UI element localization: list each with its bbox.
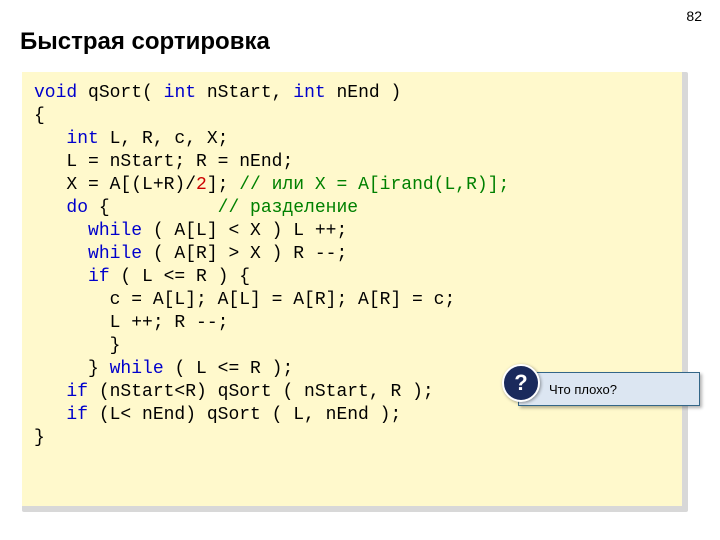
code-text: ( L <= R ) { [110,267,250,287]
kw-int: int [293,83,325,103]
kw-int: int [66,129,98,149]
code-text: } [34,428,45,448]
code-text: nEnd ) [326,83,402,103]
code-text: (L< nEnd) qSort ( L, nEnd ); [88,405,401,425]
kw-if: if [88,267,110,287]
code-block-shadow: void qSort( int nStart, int nEnd ) { int… [22,72,688,512]
code-text: c = A[L]; A[L] = A[R]; A[R] = c; [34,290,455,310]
code-text: { [88,198,218,218]
code-text: ( L <= R ); [164,359,294,379]
code-text: nStart, [196,83,293,103]
code-text: ]; [207,175,239,195]
kw-if: if [66,382,88,402]
literal: 2 [196,175,207,195]
code-text: X = A[(L+R)/ [34,175,196,195]
kw-while: while [88,244,142,264]
code-text: L = nStart; R = nEnd; [34,152,293,172]
code-text: } [34,359,110,379]
callout-box: Что плохо? [518,372,700,406]
code-text: L, R, c, X; [99,129,229,149]
kw-int: int [164,83,196,103]
kw-while: while [110,359,164,379]
code-text: ( A[L] < X ) L ++; [142,221,347,241]
kw-do: do [66,198,88,218]
code-text: (nStart<R) qSort ( nStart, R ); [88,382,434,402]
code-block: void qSort( int nStart, int nEnd ) { int… [22,72,682,506]
question-badge-icon: ? [502,364,540,402]
slide-title: Быстрая сортировка [20,28,270,56]
kw-while: while [88,221,142,241]
code-text: { [34,106,45,126]
code-text: L ++; R --; [34,313,228,333]
comment: // или X = A[irand(L,R)]; [239,175,509,195]
kw-void: void [34,83,77,103]
code-text: } [34,336,120,356]
page-number: 82 [686,8,702,24]
comment: // разделение [218,198,358,218]
code-text: qSort( [77,83,163,103]
kw-if: if [66,405,88,425]
code-text: ( A[R] > X ) R --; [142,244,347,264]
